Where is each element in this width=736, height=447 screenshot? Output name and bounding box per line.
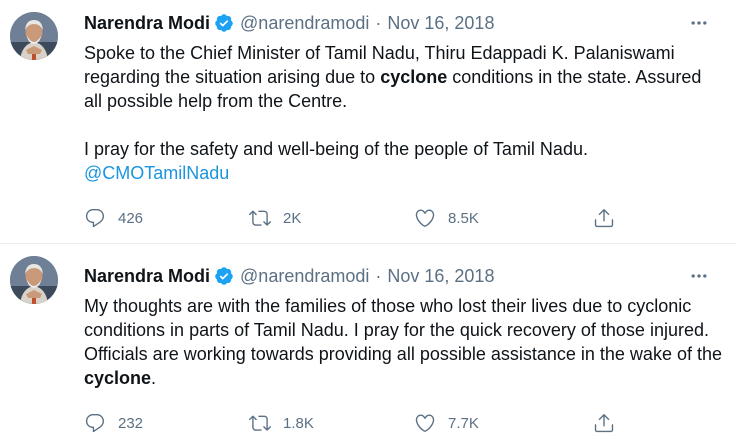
tweet-header: Narendra Modi @narendramodi · Nov 16, 20…	[84, 265, 494, 287]
retweet-count: 2K	[283, 209, 302, 227]
tweet-header: Narendra Modi @narendramodi · Nov 16, 20…	[84, 12, 494, 34]
tweet-date[interactable]: Nov 16, 2018	[387, 13, 494, 34]
share-button[interactable]	[593, 411, 615, 435]
like-button[interactable]: 7.7K	[414, 411, 479, 435]
share-icon	[594, 414, 614, 433]
separator-dot: ·	[375, 12, 382, 33]
retweet-button[interactable]: 1.8K	[249, 411, 314, 435]
tweet-paragraph: Spoke to the Chief Minister of Tamil Nad…	[84, 41, 724, 113]
like-button[interactable]: 8.5K	[414, 206, 479, 230]
tweet-actions: 426 2K 8.5K	[84, 206, 644, 230]
author-handle[interactable]: @narendramodi	[240, 13, 369, 34]
text-segment: My thoughts are with the families of tho…	[84, 296, 722, 364]
tweet[interactable]: Narendra Modi @narendramodi · Nov 16, 20…	[0, 0, 736, 244]
retweet-icon	[249, 210, 271, 226]
reply-button[interactable]: 426	[84, 206, 143, 230]
separator-dot: ·	[375, 265, 382, 286]
share-button[interactable]	[593, 206, 615, 230]
like-count: 7.7K	[448, 414, 479, 432]
author-name[interactable]: Narendra Modi	[84, 13, 210, 34]
reply-icon	[85, 414, 105, 433]
share-icon	[594, 209, 614, 228]
author-name[interactable]: Narendra Modi	[84, 266, 210, 287]
tweet-paragraph: My thoughts are with the families of tho…	[84, 294, 724, 390]
tweet-paragraph: I pray for the safety and well-being of …	[84, 139, 588, 159]
text-segment: .	[151, 368, 157, 388]
reply-count: 232	[118, 414, 144, 432]
retweet-icon	[249, 415, 271, 431]
like-icon	[415, 209, 435, 227]
tweet-text: My thoughts are with the families of tho…	[84, 294, 724, 390]
retweet-button[interactable]: 2K	[249, 206, 301, 230]
verified-badge-icon	[214, 13, 234, 33]
reply-count: 426	[118, 209, 144, 227]
reply-icon	[85, 209, 105, 228]
avatar[interactable]	[10, 256, 58, 304]
retweet-count: 1.8K	[283, 414, 314, 432]
tweet-text: Spoke to the Chief Minister of Tamil Nad…	[84, 41, 724, 185]
like-icon	[415, 414, 435, 432]
more-icon[interactable]	[688, 12, 710, 34]
verified-badge-icon	[214, 266, 234, 286]
mention-link[interactable]: @CMOTamilNadu	[84, 163, 229, 183]
highlighted-keyword: cyclone	[380, 67, 448, 87]
avatar[interactable]	[10, 12, 58, 60]
tweet-actions: 232 1.8K 7.7K	[84, 411, 644, 435]
reply-button[interactable]: 232	[84, 411, 143, 435]
tweet-date[interactable]: Nov 16, 2018	[387, 266, 494, 287]
like-count: 8.5K	[448, 209, 479, 227]
tweet[interactable]: Narendra Modi @narendramodi · Nov 16, 20…	[0, 245, 736, 447]
more-icon[interactable]	[688, 265, 710, 287]
author-handle[interactable]: @narendramodi	[240, 266, 369, 287]
highlighted-keyword: cyclone	[84, 368, 152, 388]
